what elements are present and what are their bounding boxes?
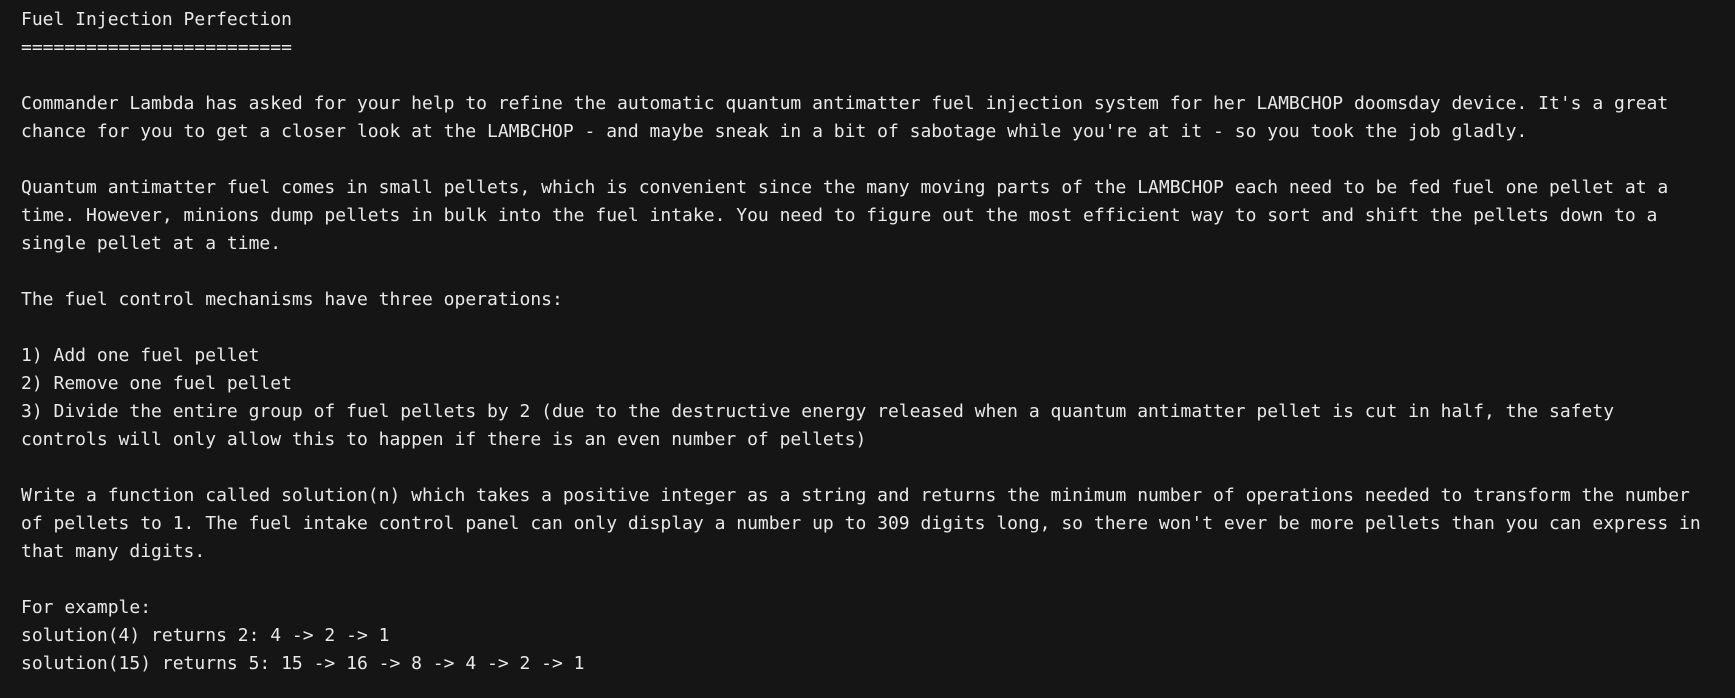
context-line-1: Quantum antimatter fuel comes in small p…: [21, 177, 1669, 198]
title-underline: =========================: [21, 37, 292, 58]
intro-line-1: Commander Lambda has asked for your help…: [21, 93, 1669, 114]
task-line-3: that many digits.: [21, 541, 206, 562]
intro-line-2: chance for you to get a closer look at t…: [21, 121, 1528, 142]
operation-divide-line-2: controls will only allow this to happen …: [21, 429, 867, 450]
operation-divide-line-1: 3) Divide the entire group of fuel pelle…: [21, 401, 1615, 422]
operation-remove: 2) Remove one fuel pellet: [21, 373, 292, 394]
task-line-2: of pellets to 1. The fuel intake control…: [21, 513, 1701, 534]
operations-intro: The fuel control mechanisms have three o…: [21, 289, 563, 310]
task-line-1: Write a function called solution(n) whic…: [21, 485, 1690, 506]
example-2: solution(15) returns 5: 15 -> 16 -> 8 ->…: [21, 653, 585, 674]
operation-add: 1) Add one fuel pellet: [21, 345, 260, 366]
examples-heading: For example:: [21, 597, 152, 618]
context-line-2: time. However, minions dump pellets in b…: [21, 205, 1658, 226]
example-1: solution(4) returns 2: 4 -> 2 -> 1: [21, 625, 390, 646]
problem-title: Fuel Injection Perfection: [21, 9, 292, 30]
context-line-3: single pellet at a time.: [21, 233, 282, 254]
terminal-output: Fuel Injection Perfection ==============…: [0, 0, 1735, 698]
